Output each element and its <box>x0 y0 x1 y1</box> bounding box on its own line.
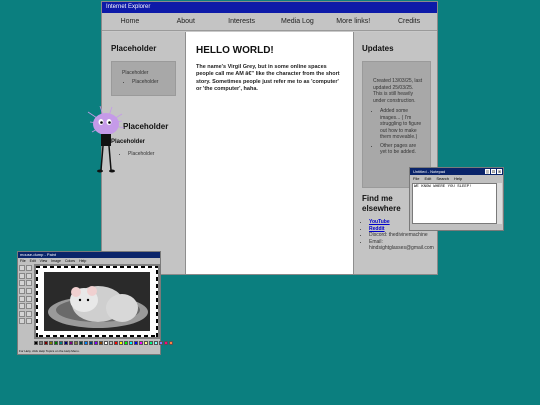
left-box-text: Placeholder <box>122 70 149 76</box>
color-swatch[interactable] <box>54 341 58 345</box>
list-item: Added some images... ( I'm struggling to… <box>380 108 424 141</box>
reddit-link[interactable]: Reddit <box>369 226 385 232</box>
mascot-creature[interactable] <box>86 106 126 176</box>
page-title: HELLO WORLD! <box>196 45 274 56</box>
color-swatch[interactable] <box>104 341 108 345</box>
color-swatch[interactable] <box>34 341 38 345</box>
color-palette <box>34 341 173 345</box>
color-swatch[interactable] <box>64 341 68 345</box>
color-swatch[interactable] <box>39 341 43 345</box>
color-swatch[interactable] <box>89 341 93 345</box>
scrollbar[interactable] <box>497 183 502 224</box>
list-item: Other pages are yet to be added. <box>380 143 424 156</box>
intro-text: The name's Virgil Grey, but in some onli… <box>196 64 340 93</box>
updates-list: Added some images... ( I'm struggling to… <box>373 108 424 156</box>
close-icon[interactable]: × <box>497 169 502 174</box>
color-swatch[interactable] <box>79 341 83 345</box>
color-swatch[interactable] <box>144 341 148 345</box>
tool-icon[interactable] <box>19 295 25 302</box>
right-column: Updates Created 13/03/25, last updated 2… <box>353 32 437 274</box>
paint-status-bar: For Help, click Help Topics on the Help … <box>19 349 80 353</box>
browser-title-bar: Internet Explorer <box>102 2 437 13</box>
menu-search[interactable]: Search <box>436 176 449 181</box>
color-swatch[interactable] <box>49 341 53 345</box>
nav-bar: Home About Interests Media Log More link… <box>102 13 437 31</box>
color-swatch[interactable] <box>169 341 173 345</box>
left-box-list: Placeholder <box>122 79 169 85</box>
color-swatch[interactable] <box>134 341 138 345</box>
tool-icon[interactable] <box>26 287 32 294</box>
color-swatch[interactable] <box>69 341 73 345</box>
notepad-title-bar[interactable]: Untitled - Notepad _ □ × <box>410 168 503 175</box>
notepad-window[interactable]: Untitled - Notepad _ □ × File Edit Searc… <box>409 167 504 231</box>
tool-icon[interactable] <box>19 280 25 287</box>
color-swatch[interactable] <box>94 341 98 345</box>
color-swatch[interactable] <box>149 341 153 345</box>
menu-edit[interactable]: Edit <box>424 176 431 181</box>
nav-interests[interactable]: Interests <box>214 13 270 30</box>
color-swatch[interactable] <box>74 341 78 345</box>
color-swatch[interactable] <box>59 341 63 345</box>
menu-file[interactable]: File <box>20 258 26 264</box>
nav-credits[interactable]: Credits <box>381 13 437 30</box>
main-column: HELLO WORLD! The name's Virgil Grey, but… <box>186 32 353 274</box>
menu-help[interactable]: Help <box>454 176 462 181</box>
list-item: Placeholder <box>128 151 168 157</box>
notepad-text-area[interactable]: WE KNOW WHERE YOU SLEEP! <box>412 183 497 224</box>
tool-icon[interactable] <box>26 280 32 287</box>
paint-toolbox <box>19 265 32 325</box>
tool-icon[interactable] <box>19 318 25 325</box>
tool-icon[interactable] <box>26 295 32 302</box>
color-swatch[interactable] <box>154 341 158 345</box>
discord-contact: Discord: thedivinemachine <box>369 232 431 239</box>
maximize-icon[interactable]: □ <box>491 169 496 174</box>
left-box: Placeholder Placeholder <box>111 61 176 96</box>
tool-icon[interactable] <box>26 272 32 279</box>
tool-icon[interactable] <box>19 265 25 271</box>
paint-window[interactable]: mouse-dump - Paint File Edit View Image … <box>17 251 173 355</box>
tool-icon[interactable] <box>26 318 32 325</box>
nav-more-links[interactable]: More links! <box>325 13 381 30</box>
color-swatch[interactable] <box>129 341 133 345</box>
notepad-menu: File Edit Search Help <box>410 175 503 182</box>
color-swatch[interactable] <box>159 341 163 345</box>
minimize-icon[interactable]: _ <box>485 169 490 174</box>
mouse-image <box>34 264 160 339</box>
color-swatch[interactable] <box>139 341 143 345</box>
color-swatch[interactable] <box>119 341 123 345</box>
list-item: Placeholder <box>132 79 169 85</box>
tool-icon[interactable] <box>19 287 25 294</box>
tool-icon[interactable] <box>26 265 32 271</box>
tool-icon[interactable] <box>19 303 25 310</box>
color-swatch[interactable] <box>99 341 103 345</box>
tool-icon[interactable] <box>26 310 32 317</box>
paint-canvas[interactable] <box>34 264 160 339</box>
nav-media-log[interactable]: Media Log <box>269 13 325 30</box>
color-swatch[interactable] <box>109 341 113 345</box>
tool-icon[interactable] <box>26 303 32 310</box>
color-swatch[interactable] <box>44 341 48 345</box>
notepad-title: Untitled - Notepad <box>413 169 446 174</box>
color-swatch[interactable] <box>84 341 88 345</box>
menu-file[interactable]: File <box>413 176 419 181</box>
nav-home[interactable]: Home <box>102 13 158 30</box>
tool-icon[interactable] <box>19 272 25 279</box>
update-text: Created 13/03/25, last updated 25/03/25.… <box>373 78 423 104</box>
email-contact: Email: hindsightglasses@gmail.com <box>369 239 434 252</box>
color-swatch[interactable] <box>114 341 118 345</box>
updates-heading: Updates <box>362 44 394 53</box>
browser-window: Internet Explorer Home About Interests M… <box>101 1 438 275</box>
left-heading: Placeholder <box>111 44 157 53</box>
color-swatch[interactable] <box>164 341 168 345</box>
color-swatch[interactable] <box>124 341 128 345</box>
youtube-link[interactable]: YouTube <box>369 219 390 225</box>
tool-icon[interactable] <box>19 310 25 317</box>
nav-about[interactable]: About <box>158 13 214 30</box>
